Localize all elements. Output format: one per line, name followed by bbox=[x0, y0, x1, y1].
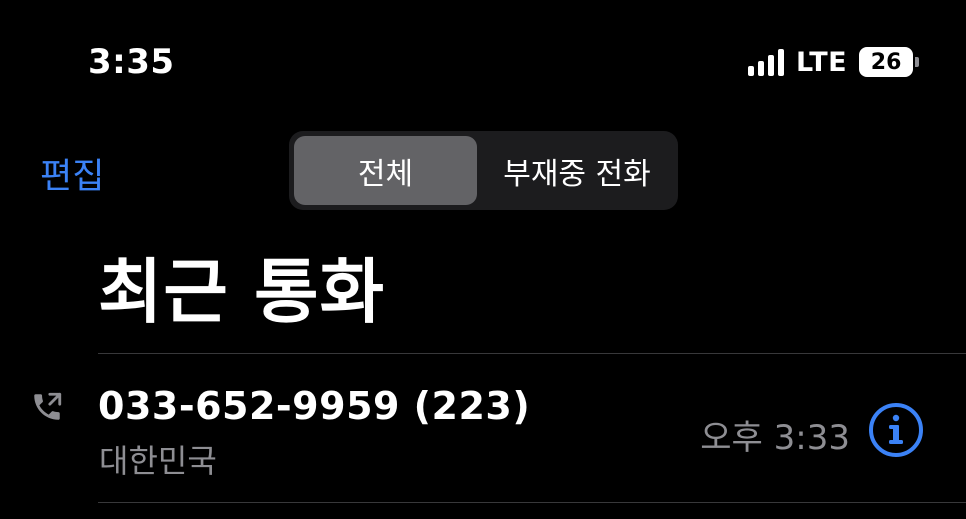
call-number: 033-652-9959 (223) bbox=[98, 384, 531, 428]
network-type: LTE bbox=[796, 46, 848, 78]
page-title: 최근 통화 bbox=[98, 251, 385, 333]
battery-cap bbox=[915, 57, 920, 67]
edit-button[interactable]: 편집 bbox=[40, 148, 104, 199]
battery-level: 26 bbox=[870, 49, 902, 75]
outgoing-call-icon bbox=[34, 392, 62, 420]
filter-segmented-control: 전체 부재중 전화 bbox=[289, 131, 678, 210]
call-region: 대한민국 bbox=[99, 442, 217, 480]
divider bbox=[98, 502, 966, 503]
battery-icon: 26 bbox=[859, 47, 914, 77]
segment-missed-calls[interactable]: 부재중 전화 bbox=[481, 136, 673, 205]
call-time: 오후 3:33 bbox=[700, 418, 850, 458]
recents-screen: 3:35 LTE 26 편집 전체 부재중 전화 최근 통화 033-652-9… bbox=[0, 0, 966, 519]
segment-all[interactable]: 전체 bbox=[294, 136, 477, 205]
info-icon[interactable] bbox=[868, 402, 924, 458]
call-row[interactable]: 033-652-9959 (223) 대한민국 오후 3:33 bbox=[0, 354, 966, 502]
cellular-signal-icon bbox=[748, 48, 784, 76]
status-time: 3:35 bbox=[88, 42, 175, 82]
status-indicators: LTE 26 bbox=[748, 44, 920, 80]
